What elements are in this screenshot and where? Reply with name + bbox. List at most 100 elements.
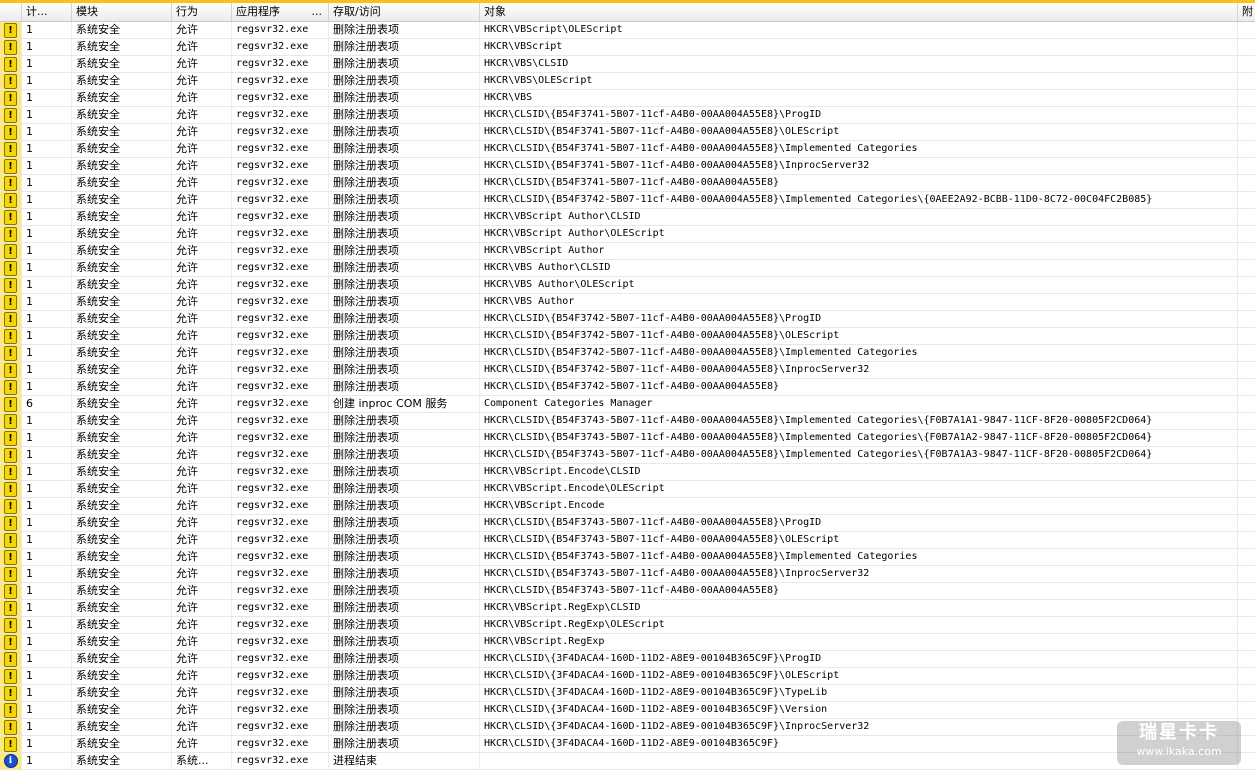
table-row[interactable]: ! 1 系统安全 允许 regsvr32.exe 删除注册表项 HKCR\VBScript …	[0, 243, 1255, 260]
row-count: 1	[22, 90, 72, 106]
row-extra	[1238, 515, 1255, 531]
row-object: HKCR\VBScript\OLEScript	[480, 22, 1238, 38]
column-header-extra[interactable]: 附	[1238, 3, 1255, 21]
row-action: 允许	[172, 192, 232, 208]
table-row[interactable]: ! 1 系统安全 允许 regsvr32.exe 删除注册表项 HKCR\CLSID\{B5…	[0, 447, 1255, 464]
table-row[interactable]: ! 1 系统安全 允许 regsvr32.exe 删除注册表项 HKCR\CLSID\{3F…	[0, 685, 1255, 702]
row-app: regsvr32.exe	[232, 668, 329, 684]
table-row[interactable]: ! 1 系统安全 允许 regsvr32.exe 删除注册表项 HKCR\CLSID\{B5…	[0, 124, 1255, 141]
row-icon-cell: !	[0, 73, 22, 89]
row-module: 系统安全	[72, 277, 172, 293]
table-row[interactable]: ! 1 系统安全 允许 regsvr32.exe 删除注册表项 HKCR\VBScript …	[0, 226, 1255, 243]
row-app: regsvr32.exe	[232, 226, 329, 242]
column-header-action[interactable]: 行为	[172, 3, 232, 21]
table-row[interactable]: ! 1 系统安全 允许 regsvr32.exe 删除注册表项 HKCR\CLSID\{B5…	[0, 549, 1255, 566]
table-row[interactable]: ! 1 系统安全 允许 regsvr32.exe 删除注册表项 HKCR\CLSID\{B5…	[0, 158, 1255, 175]
table-row[interactable]: ! 1 系统安全 允许 regsvr32.exe 删除注册表项 HKCR\VBS Autho…	[0, 294, 1255, 311]
column-header-module[interactable]: 模块	[72, 3, 172, 21]
row-icon-cell: !	[0, 294, 22, 310]
table-row[interactable]: ! 1 系统安全 允许 regsvr32.exe 删除注册表项 HKCR\CLSID\{B5…	[0, 175, 1255, 192]
table-row[interactable]: ! 1 系统安全 允许 regsvr32.exe 删除注册表项 HKCR\CLSID\{3F…	[0, 719, 1255, 736]
warning-icon: !	[4, 311, 17, 327]
row-count: 1	[22, 549, 72, 565]
row-module: 系统安全	[72, 413, 172, 429]
row-extra	[1238, 634, 1255, 650]
table-row[interactable]: ! 1 系统安全 允许 regsvr32.exe 删除注册表项 HKCR\CLSID\{B5…	[0, 515, 1255, 532]
row-icon-cell: !	[0, 192, 22, 208]
table-row[interactable]: ! 1 系统安全 允许 regsvr32.exe 删除注册表项 HKCR\VBScript.…	[0, 464, 1255, 481]
table-row[interactable]: ! 1 系统安全 允许 regsvr32.exe 删除注册表项 HKCR\VBS Autho…	[0, 277, 1255, 294]
table-row[interactable]: ! 1 系统安全 允许 regsvr32.exe 删除注册表项 HKCR\VBScript …	[0, 209, 1255, 226]
row-count: 1	[22, 600, 72, 616]
row-extra	[1238, 379, 1255, 395]
table-row[interactable]: ! 1 系统安全 允许 regsvr32.exe 删除注册表项 HKCR\CLSID\{B5…	[0, 379, 1255, 396]
column-header-icon[interactable]	[0, 3, 22, 21]
row-module: 系统安全	[72, 600, 172, 616]
event-log-table: ! 1 系统安全 允许 regsvr32.exe 删除注册表项 HKCR\VBScript\…	[0, 22, 1255, 770]
table-row[interactable]: ! 1 系统安全 允许 regsvr32.exe 删除注册表项 HKCR\CLSID\{B5…	[0, 430, 1255, 447]
row-access: 删除注册表项	[329, 107, 480, 123]
table-row[interactable]: ! 1 系统安全 允许 regsvr32.exe 删除注册表项 HKCR\CLSID\{B5…	[0, 328, 1255, 345]
table-row[interactable]: ! 1 系统安全 允许 regsvr32.exe 删除注册表项 HKCR\CLSID\{B5…	[0, 311, 1255, 328]
table-row[interactable]: ! 6 系统安全 允许 regsvr32.exe 创建 inproc COM 服务 Comp…	[0, 396, 1255, 413]
table-row[interactable]: ! 1 系统安全 允许 regsvr32.exe 删除注册表项 HKCR\CLSID\{3F…	[0, 651, 1255, 668]
table-row[interactable]: ! 1 系统安全 允许 regsvr32.exe 删除注册表项 HKCR\CLSID\{B5…	[0, 532, 1255, 549]
row-app: regsvr32.exe	[232, 328, 329, 344]
table-row[interactable]: i 1 系统安全 系统... regsvr32.exe 进程结束	[0, 753, 1255, 770]
table-row[interactable]: ! 1 系统安全 允许 regsvr32.exe 删除注册表项 HKCR\VBScript.…	[0, 498, 1255, 515]
row-extra	[1238, 396, 1255, 412]
table-row[interactable]: ! 1 系统安全 允许 regsvr32.exe 删除注册表项 HKCR\CLSID\{B5…	[0, 362, 1255, 379]
row-access: 删除注册表项	[329, 39, 480, 55]
table-row[interactable]: ! 1 系统安全 允许 regsvr32.exe 删除注册表项 HKCR\CLSID\{3F…	[0, 736, 1255, 753]
row-count: 1	[22, 515, 72, 531]
row-object: HKCR\CLSID\{B54F3743-5B07-11cf-A4B0-00AA…	[480, 566, 1238, 582]
row-module: 系统安全	[72, 192, 172, 208]
row-access: 删除注册表项	[329, 685, 480, 701]
row-module: 系统安全	[72, 736, 172, 752]
table-row[interactable]: ! 1 系统安全 允许 regsvr32.exe 删除注册表项 HKCR\VBScript.…	[0, 634, 1255, 651]
column-header-count[interactable]: 计...	[22, 3, 72, 21]
table-row[interactable]: ! 1 系统安全 允许 regsvr32.exe 删除注册表项 HKCR\CLSID\{B5…	[0, 413, 1255, 430]
table-row[interactable]: ! 1 系统安全 允许 regsvr32.exe 删除注册表项 HKCR\CLSID\{B5…	[0, 345, 1255, 362]
table-row[interactable]: ! 1 系统安全 允许 regsvr32.exe 删除注册表项 HKCR\VBScript.…	[0, 481, 1255, 498]
table-row[interactable]: ! 1 系统安全 允许 regsvr32.exe 删除注册表项 HKCR\CLSID\{3F…	[0, 668, 1255, 685]
table-row[interactable]: ! 1 系统安全 允许 regsvr32.exe 删除注册表项 HKCR\VBScript\…	[0, 22, 1255, 39]
table-row[interactable]: ! 1 系统安全 允许 regsvr32.exe 删除注册表项 HKCR\CLSID\{B5…	[0, 566, 1255, 583]
row-access: 删除注册表项	[329, 73, 480, 89]
row-action: 允许	[172, 549, 232, 565]
row-extra	[1238, 430, 1255, 446]
column-header-access[interactable]: 存取/访问	[329, 3, 480, 21]
row-count: 1	[22, 56, 72, 72]
table-row[interactable]: ! 1 系统安全 允许 regsvr32.exe 删除注册表项 HKCR\CLSID\{3F…	[0, 702, 1255, 719]
row-extra	[1238, 192, 1255, 208]
table-row[interactable]: ! 1 系统安全 允许 regsvr32.exe 删除注册表项 HKCR\CLSID\{B5…	[0, 141, 1255, 158]
table-row[interactable]: ! 1 系统安全 允许 regsvr32.exe 删除注册表项 HKCR\VBScript.…	[0, 617, 1255, 634]
row-app: regsvr32.exe	[232, 566, 329, 582]
table-row[interactable]: ! 1 系统安全 允许 regsvr32.exe 删除注册表项 HKCR\VBS	[0, 90, 1255, 107]
table-row[interactable]: ! 1 系统安全 允许 regsvr32.exe 删除注册表项 HKCR\CLSID\{B5…	[0, 583, 1255, 600]
row-action: 允许	[172, 362, 232, 378]
row-module: 系统安全	[72, 243, 172, 259]
row-extra	[1238, 243, 1255, 259]
table-row[interactable]: ! 1 系统安全 允许 regsvr32.exe 删除注册表项 HKCR\VBS\OLESc…	[0, 73, 1255, 90]
row-extra	[1238, 22, 1255, 38]
row-action: 允许	[172, 617, 232, 633]
table-row[interactable]: ! 1 系统安全 允许 regsvr32.exe 删除注册表项 HKCR\VBScript	[0, 39, 1255, 56]
table-row[interactable]: ! 1 系统安全 允许 regsvr32.exe 删除注册表项 HKCR\CLSID\{B5…	[0, 107, 1255, 124]
row-app: regsvr32.exe	[232, 651, 329, 667]
row-extra	[1238, 549, 1255, 565]
row-action: 允许	[172, 566, 232, 582]
column-header-app[interactable]: 应用程序 ...	[232, 3, 329, 21]
row-action: 允许	[172, 243, 232, 259]
table-row[interactable]: ! 1 系统安全 允许 regsvr32.exe 删除注册表项 HKCR\VBScript.…	[0, 600, 1255, 617]
warning-icon: !	[4, 447, 17, 463]
row-access: 删除注册表项	[329, 345, 480, 361]
row-count: 1	[22, 260, 72, 276]
warning-icon: !	[4, 413, 17, 429]
column-header-object[interactable]: 对象	[480, 3, 1238, 21]
table-row[interactable]: ! 1 系统安全 允许 regsvr32.exe 删除注册表项 HKCR\VBS Autho…	[0, 260, 1255, 277]
row-count: 1	[22, 498, 72, 514]
table-row[interactable]: ! 1 系统安全 允许 regsvr32.exe 删除注册表项 HKCR\VBS\CLSID	[0, 56, 1255, 73]
row-extra	[1238, 702, 1255, 718]
table-row[interactable]: ! 1 系统安全 允许 regsvr32.exe 删除注册表项 HKCR\CLSID\{B5…	[0, 192, 1255, 209]
